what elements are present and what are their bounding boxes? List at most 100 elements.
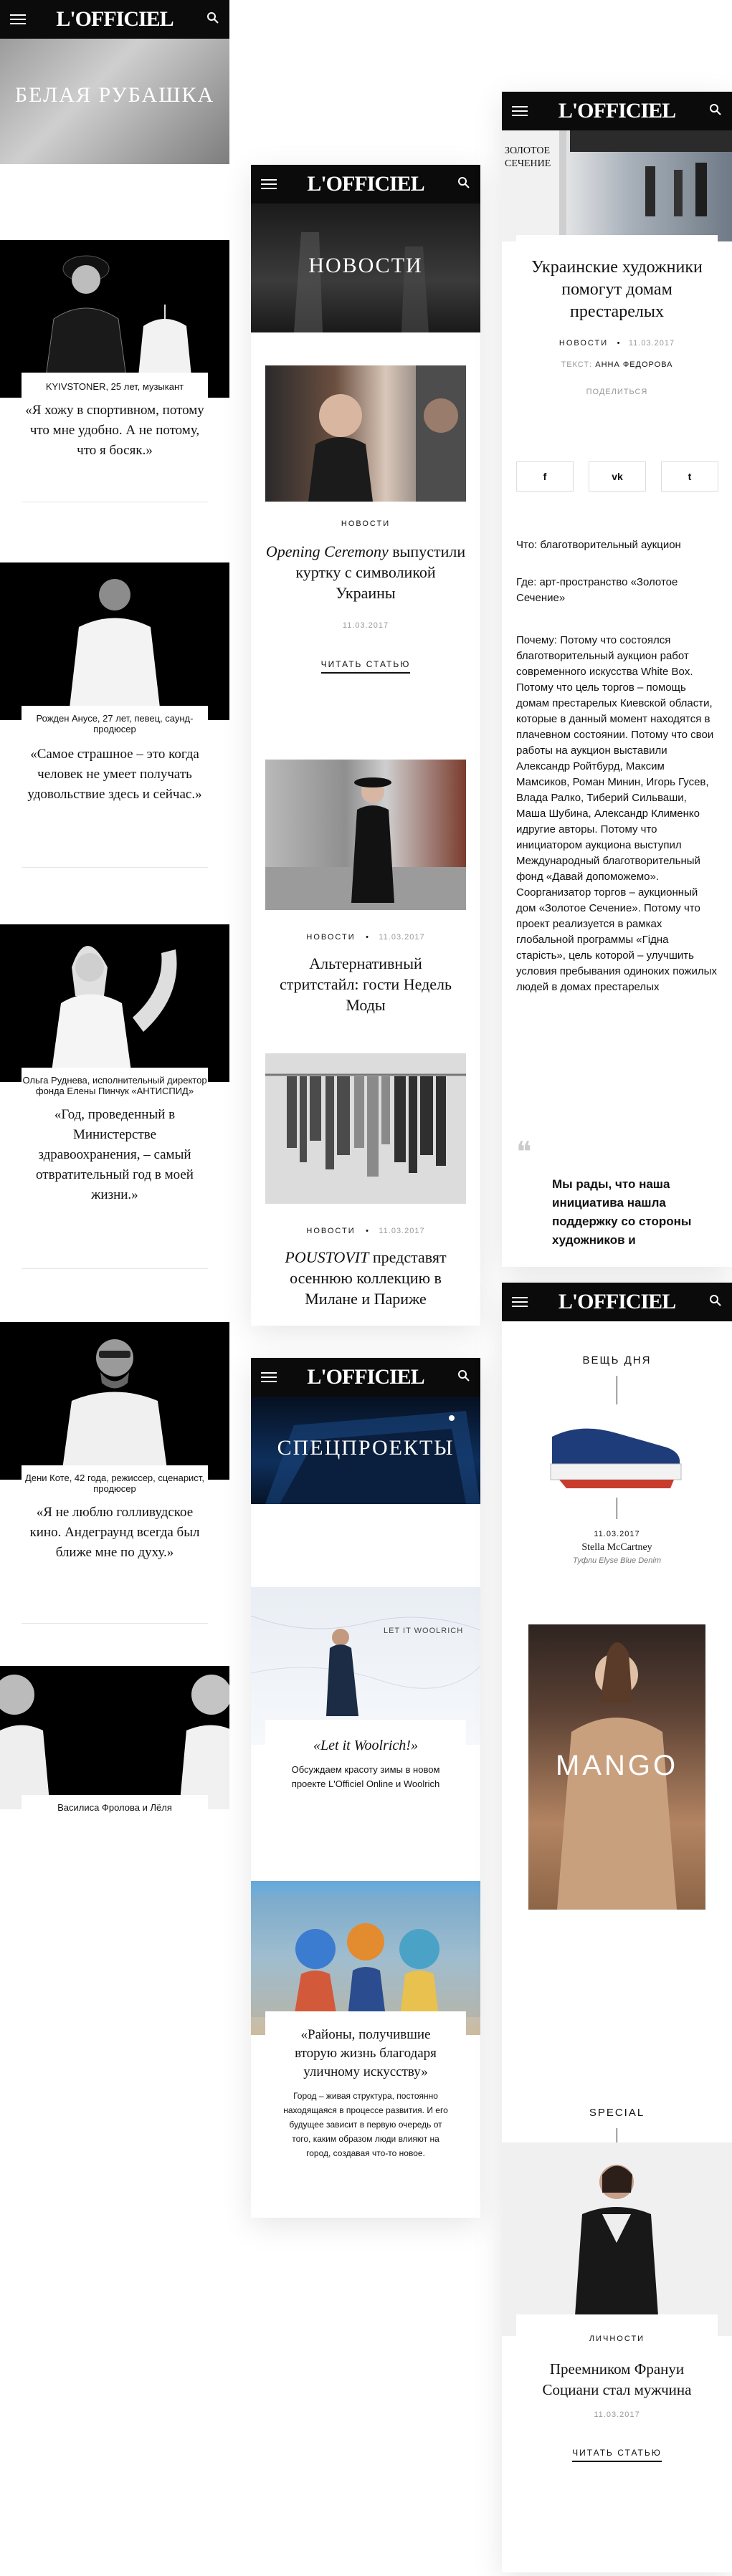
ad-banner[interactable]: MANGO xyxy=(528,1624,705,1910)
portrait-photo xyxy=(0,562,229,720)
author-label: ТЕКСТ: xyxy=(561,360,593,369)
portrait-caption: Рожден Анусе, 27 лет, певец, саунд-продю… xyxy=(22,706,208,805)
article-meta: НОВОСТИ • 11.03.2017 xyxy=(265,1224,466,1237)
special-image[interactable] xyxy=(502,2142,732,2336)
hero-image: СПЕЦПРОЕКТЫ xyxy=(251,1397,480,1504)
phone-special-projects: L'OFFICIEL СПЕЦПРОЕКТЫ LET IT WOOLRICH «… xyxy=(251,1358,480,2218)
phone-white-shirt: L'OFFICIEL БЕЛАЯ РУБАШКА KYIVSTONER, 25 … xyxy=(0,0,229,1826)
top-bar: L'OFFICIEL xyxy=(0,0,229,39)
read-article-wrap: ЧИТАТЬ СТАТЬЮ xyxy=(251,658,480,674)
article-meta: НОВОСТИ • 11.03.2017 xyxy=(516,336,718,349)
quote-mark-icon: ❝ xyxy=(516,1136,532,1168)
article-title-italic: Opening Ceremony xyxy=(265,542,389,560)
article-date: 11.03.2017 xyxy=(342,621,389,630)
ad-brand: MANGO xyxy=(555,1750,679,1781)
logo[interactable]: L'OFFICIEL xyxy=(251,172,480,196)
portrait-photo xyxy=(0,1322,229,1480)
woolrich-sign: LET IT WOOLRICH xyxy=(384,1627,464,1635)
top-bar: L'OFFICIEL xyxy=(251,165,480,204)
pull-quote: Мы рады, что наша инициатива нашла подде… xyxy=(552,1177,692,1247)
vk-share-button[interactable]: vk xyxy=(589,461,646,492)
person-name: Рожден Анусе, 27 лет, певец, саунд-продю… xyxy=(36,713,194,734)
article-meta: НОВОСТИ • 11.03.2017 xyxy=(265,930,466,943)
page-title: СПЕЦПРОЕКТЫ xyxy=(277,1436,455,1460)
article-image[interactable] xyxy=(265,1053,466,1204)
article-title[interactable]: POUSTOVIT представят осеннюю коллекцию в… xyxy=(272,1247,459,1309)
project-title: «Районы, получившие вторую жизнь благода… xyxy=(295,2027,437,2079)
meta-dot: • xyxy=(366,1227,369,1235)
portrait-photo xyxy=(0,924,229,1082)
top-bar: L'OFFICIEL xyxy=(251,1358,480,1397)
share-buttons: f vk t xyxy=(516,461,718,492)
top-bar: L'OFFICIEL xyxy=(502,92,732,130)
logo[interactable]: L'OFFICIEL xyxy=(502,1290,732,1314)
exhibition-sign: ЗОЛОТОЕ СЕЧЕНИЕ xyxy=(505,145,551,169)
article-category[interactable]: НОВОСТИ xyxy=(306,933,355,942)
twitter-share-button[interactable]: t xyxy=(661,461,718,492)
logo[interactable]: L'OFFICIEL xyxy=(502,99,732,123)
shoe-image[interactable] xyxy=(538,1408,695,1494)
article-paragraph: Где: арт-пространство «Золотое Сечение» xyxy=(516,576,678,604)
article-category[interactable]: ЛИЧНОСТИ xyxy=(516,2335,718,2343)
product-date: 11.03.2017 xyxy=(594,1530,640,1538)
search-icon[interactable] xyxy=(709,103,722,116)
page-title: БЕЛАЯ РУБАШКА xyxy=(14,83,215,107)
page-title: НОВОСТИ xyxy=(308,254,423,277)
search-icon[interactable] xyxy=(206,11,219,24)
article-date: 11.03.2017 xyxy=(379,933,425,942)
read-article-link[interactable]: ЧИТАТЬ СТАТЬЮ xyxy=(572,2448,662,2462)
divider xyxy=(22,1623,208,1624)
article-title[interactable]: Opening Ceremony выпустили куртку с симв… xyxy=(265,541,466,603)
quote-text: «Год, проведенный в Министерстве здравоо… xyxy=(36,1107,194,1202)
person-name: KYIVSTONER, 25 лет, музыкант xyxy=(45,381,184,392)
portrait-caption: Дени Коте, 42 года, режиссер, сценарист,… xyxy=(22,1465,208,1563)
portrait-caption: Василиса Фролова и Лёля xyxy=(22,1795,208,1826)
hero-image: НОВОСТИ xyxy=(251,204,480,332)
search-icon[interactable] xyxy=(457,176,470,189)
project-text: Обсуждаем красоту зимы в новом проекте L… xyxy=(291,1764,440,1789)
article-title[interactable]: Альтернативный стритстайл: гости Недель … xyxy=(272,953,459,1015)
article-category[interactable]: НОВОСТИ xyxy=(306,1227,355,1235)
phone-news: L'OFFICIEL НОВОСТИ НОВОСТИ Opening Cerem… xyxy=(251,165,480,1326)
top-bar: L'OFFICIEL xyxy=(502,1283,732,1321)
article-title: Украинские художники помогут домам прест… xyxy=(531,258,703,321)
special-title: SPECIAL xyxy=(589,2107,645,2119)
article-image[interactable] xyxy=(265,365,466,502)
article-date: 11.03.2017 xyxy=(379,1227,425,1235)
meta-dot: • xyxy=(617,339,620,348)
read-article-wrap: ЧИТАТЬ СТАТЬЮ xyxy=(516,2446,718,2462)
project-caption[interactable]: «Районы, получившие вторую жизнь благода… xyxy=(265,2011,466,2160)
hero-image: БЕЛАЯ РУБАШКА xyxy=(0,39,229,164)
hero-image: ЗОЛОТОЕ СЕЧЕНИЕ xyxy=(502,130,732,241)
product-brand[interactable]: Stella McCartney xyxy=(502,1542,732,1553)
author-line: ТЕКСТ: АННА ФЕДОРОВА xyxy=(516,360,718,369)
logo[interactable]: L'OFFICIEL xyxy=(251,1365,480,1389)
product-name: Туфли Elyse Blue Denim xyxy=(573,1556,661,1565)
quote-text: «Я хожу в спортивном, потому что мне удо… xyxy=(25,403,204,458)
article-image[interactable] xyxy=(265,760,466,910)
search-icon[interactable] xyxy=(709,1294,722,1307)
article-date: 11.03.2017 xyxy=(594,2410,640,2419)
article-paragraph: Что: благотворительный аукцион xyxy=(516,539,681,551)
divider xyxy=(22,1268,208,1269)
facebook-share-button[interactable]: f xyxy=(516,461,574,492)
project-caption[interactable]: «Let it Woolrich!» Обсуждаем красоту зим… xyxy=(265,1720,466,1791)
logo[interactable]: L'OFFICIEL xyxy=(0,7,229,32)
share-label: ПОДЕЛИТЬСЯ xyxy=(586,388,648,396)
article-category[interactable]: НОВОСТИ xyxy=(265,519,466,528)
phone-article: L'OFFICIEL ЗОЛОТОЕ СЕЧЕНИЕ Украинские ху… xyxy=(502,92,732,1267)
special-caption[interactable]: ЛИЧНОСТИ Преемником Франуи Социани стал … xyxy=(516,2314,718,2462)
quote-text: «Самое страшное – это когда человек не у… xyxy=(27,747,202,802)
search-icon[interactable] xyxy=(457,1369,470,1382)
portrait-photo xyxy=(0,1666,229,1809)
project-title: «Let it Woolrich!» xyxy=(313,1738,418,1753)
read-article-link[interactable]: ЧИТАТЬ СТАТЬЮ xyxy=(320,659,411,674)
author-name[interactable]: АННА ФЕДОРОВА xyxy=(595,360,672,369)
person-name: Василиса Фролова и Лёля xyxy=(57,1802,172,1813)
person-name: Ольга Руднева, исполнительный директор ф… xyxy=(22,1075,207,1096)
article-category[interactable]: НОВОСТИ xyxy=(559,339,608,348)
person-name: Дени Коте, 42 года, режиссер, сценарист,… xyxy=(25,1473,204,1494)
article-date: 11.03.2017 xyxy=(628,339,675,348)
meta-dot: • xyxy=(366,933,369,942)
phone-item-of-day: L'OFFICIEL ВЕЩЬ ДНЯ 11.03.2017 Stella Mc… xyxy=(502,1283,732,2572)
